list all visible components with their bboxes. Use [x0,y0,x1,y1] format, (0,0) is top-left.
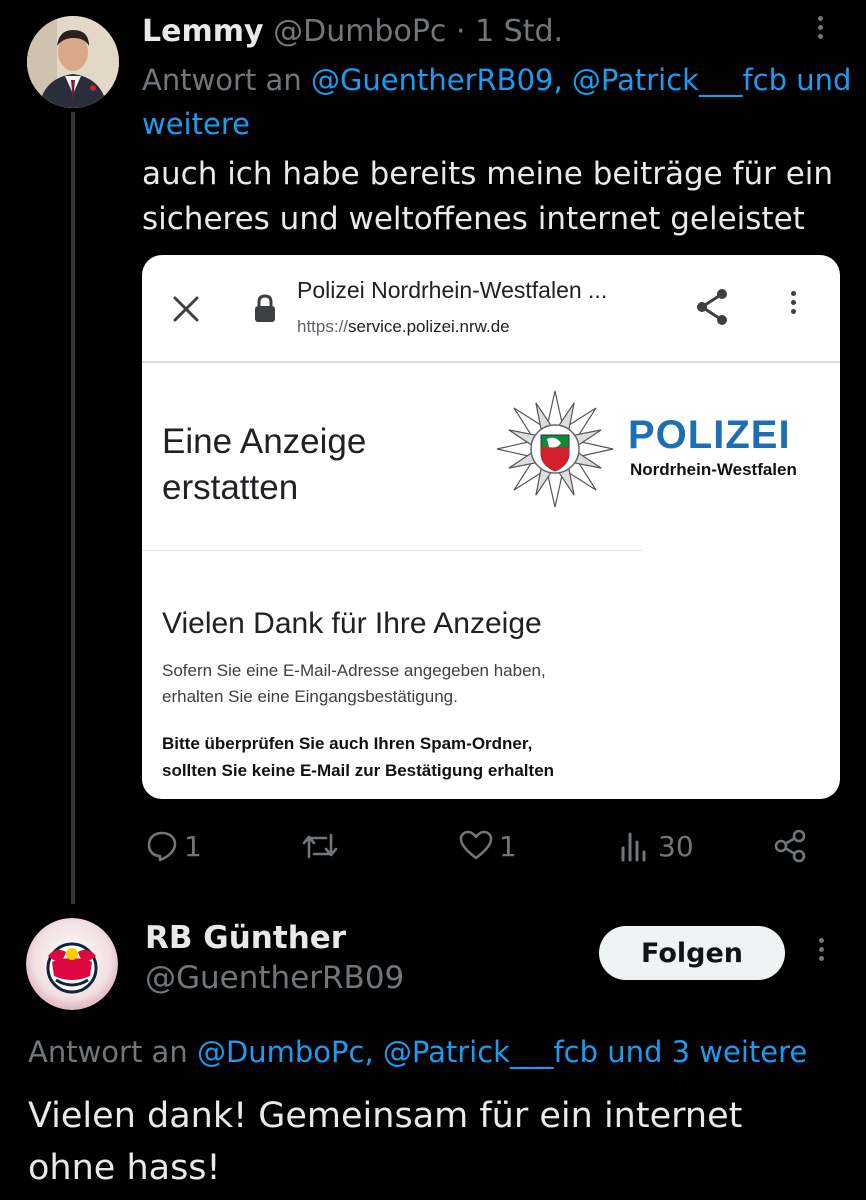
views-icon [621,832,646,862]
mention-link[interactable]: @Patrick___fcb [572,63,787,97]
views-button[interactable]: 30 [618,824,694,868]
url-host: service.polizei.nrw.de [348,317,510,336]
tweet-text: auch ich habe bereits meine beiträge für… [142,152,842,242]
spam-notice: Bitte überprüfen Sie auch Ihren Spam-Ord… [162,730,762,784]
lock-icon [255,294,275,322]
info-text: Sofern Sie eine E-Mail-Adresse angegeben… [162,658,762,710]
heading-line: Eine Anzeige [162,422,367,461]
spam-line: Bitte überprüfen Sie auch Ihren Spam-Ord… [162,734,533,753]
avatar[interactable] [27,16,119,108]
info-line: erhalten Sie eine Eingangsbestätigung. [162,687,458,706]
avatar[interactable] [26,918,118,1010]
heading-line: erstatten [162,468,299,507]
views-count: 30 [658,829,694,863]
url-scheme: https:// [297,317,349,336]
mention-more-link[interactable]: und [796,63,851,97]
brand-logo-text: POLIZEI [628,413,791,457]
like-button[interactable]: 1 [459,824,517,868]
tweet-text: Vielen dank! Gemeinsam für ein internet … [28,1090,848,1194]
page-url: https://service.polizei.nrw.de [297,317,510,337]
close-icon [173,296,199,322]
reply-count: 1 [184,829,202,863]
reply-context: Antwort an @GuentherRB09, @Patrick___fcb… [142,58,866,146]
mention-link[interactable]: @DumboPc, @Patrick___fcb und 3 weitere [197,1035,807,1069]
thanks-heading: Vielen Dank für Ihre Anzeige [162,607,542,640]
tweet-text-line: Vielen dank! Gemeinsam für ein internet [28,1096,743,1136]
author-handle[interactable]: @GuentherRB09 [145,960,404,996]
mention-link[interactable]: @GuentherRB09, [311,63,563,97]
page-title: Polizei Nordrhein-Westfalen ... [297,277,608,303]
reply-prefix: Antwort an [142,63,302,97]
retweet-icon [302,833,338,859]
browser-toolbar: Polizei Nordrhein-Westfalen ... https://… [142,255,840,363]
divider [142,550,642,551]
retweet-button[interactable] [300,824,346,868]
author-name[interactable]: RB Günther [145,920,346,956]
timestamp[interactable]: 1 Std. [475,14,563,49]
menu-icon [787,291,799,314]
like-count: 1 [499,829,517,863]
separator: · [455,14,466,49]
tweet-header: Lemmy @DumboPc · 1 Std. [142,12,563,52]
info-line: Sofern Sie eine E-Mail-Adresse angegeben… [162,661,546,680]
author-handle[interactable]: @DumboPc [273,14,446,49]
reply-context: Antwort an @DumboPc, @Patrick___fcb und … [28,1030,807,1074]
tweet-text-line: sicheres und weltoffenes internet geleis… [142,201,805,237]
mention-more-link[interactable]: weitere [142,107,250,141]
heart-icon [459,830,493,860]
thread-line [71,112,75,904]
attached-image[interactable]: Polizei Nordrhein-Westfalen ... https://… [142,255,840,799]
reply-icon [147,831,177,862]
page-heading: Eine Anzeige erstatten [162,419,452,511]
more-options-icon[interactable] [814,16,826,39]
tweet-text-line: ohne hass! [28,1148,221,1188]
brand-subtitle: Nordrhein-Westfalen [630,460,797,479]
author-name[interactable]: Lemmy [142,14,264,49]
police-star-logo [496,390,614,508]
spam-line: sollten Sie keine E-Mail zur Bestätigung… [162,761,555,780]
tweet-text-line: auch ich habe bereits meine beiträge für… [142,156,834,192]
more-options-icon[interactable] [815,938,827,961]
reply-prefix: Antwort an [28,1035,188,1069]
share-button[interactable] [772,824,808,868]
share-icon [697,289,727,325]
reply-button[interactable]: 1 [146,824,202,868]
follow-button[interactable]: Folgen [599,926,785,980]
share-icon [774,829,806,863]
